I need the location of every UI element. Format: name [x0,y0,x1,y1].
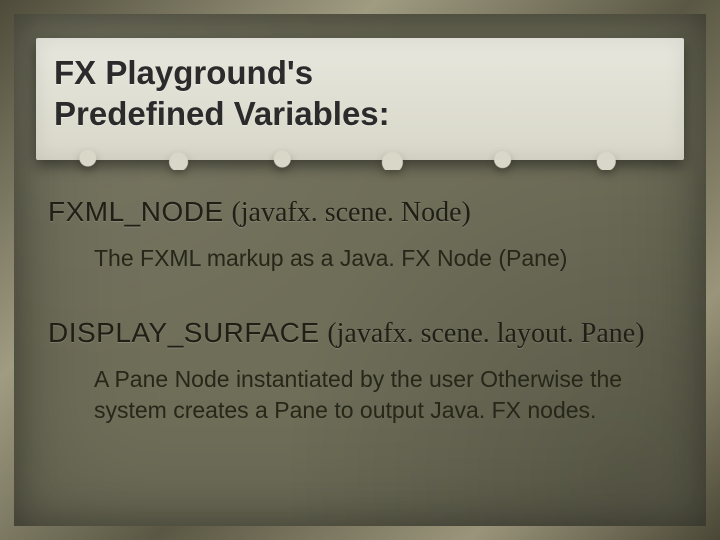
variable-name: DISPLAY_SURFACE [48,317,320,348]
variable-type: (javafx. scene. Node) [231,197,470,228]
variable-description: A Pane Node instantiated by the user Oth… [94,364,654,425]
slide-body: FXML_NODE (javafx. scene. Node) The FXML… [48,196,666,469]
variable-description: The FXML markup as a Java. FX Node (Pane… [94,243,654,273]
variable-heading: DISPLAY_SURFACE (javafx. scene. layout. … [48,317,666,350]
slide-title: FX Playground's Predefined Variables: [54,52,666,135]
variable-type: (javafx. scene. layout. Pane) [327,318,644,349]
title-line-2: Predefined Variables: [54,95,390,132]
slide-background: FX Playground's Predefined Variables: FX… [0,0,720,540]
variable-heading: FXML_NODE (javafx. scene. Node) [48,196,666,229]
title-card: FX Playground's Predefined Variables: [36,38,684,160]
variable-block: DISPLAY_SURFACE (javafx. scene. layout. … [48,317,666,425]
variable-block: FXML_NODE (javafx. scene. Node) The FXML… [48,196,666,273]
title-line-1: FX Playground's [54,54,313,91]
variable-name: FXML_NODE [48,196,224,227]
